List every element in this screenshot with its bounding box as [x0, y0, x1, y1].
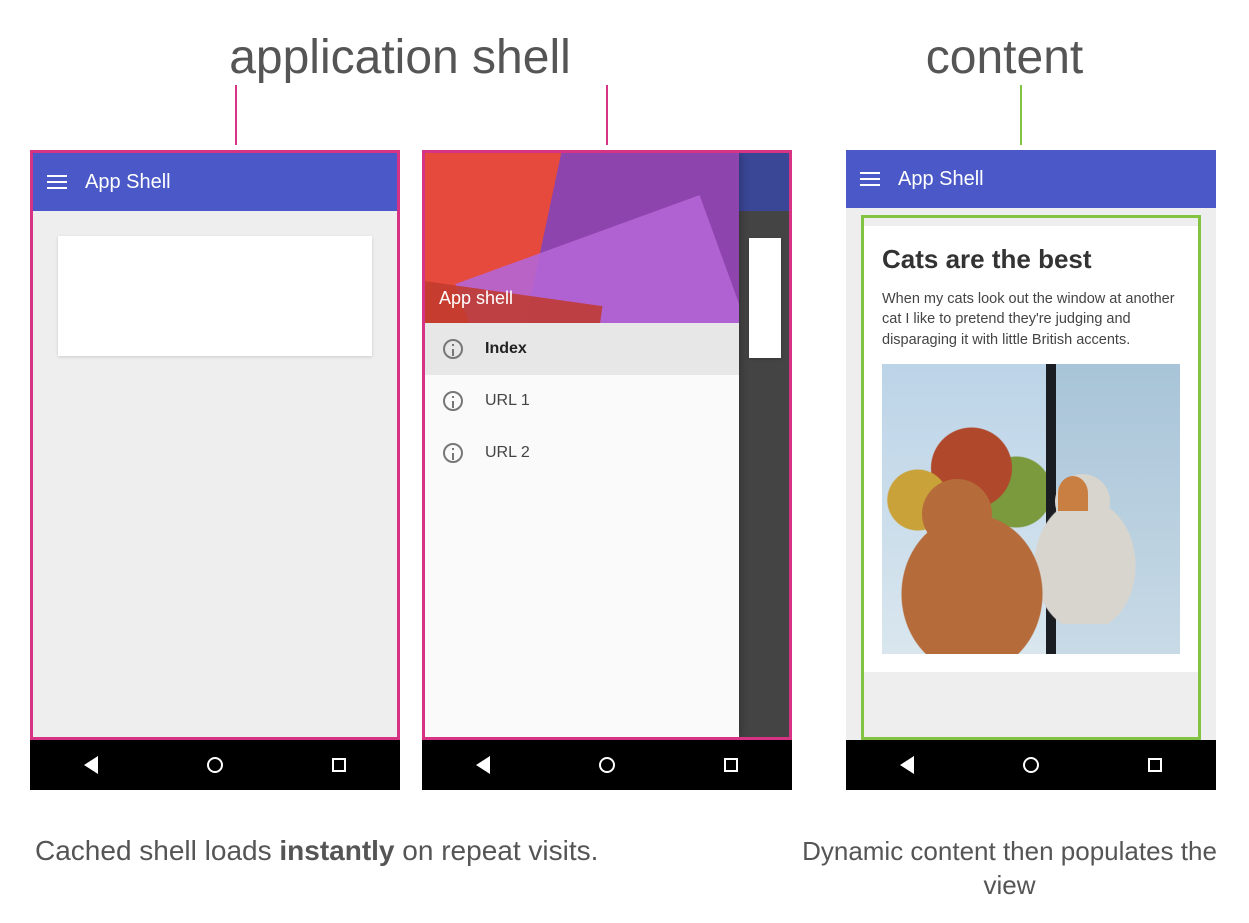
background-card-peek	[749, 238, 781, 358]
phone-shell-drawer: App shell Index URL 1 URL	[422, 150, 792, 790]
connector-shell-2	[606, 85, 608, 145]
appbar: App Shell	[846, 150, 1216, 208]
drawer-item-label: URL 2	[485, 444, 530, 462]
nav-recent-icon[interactable]	[1148, 758, 1162, 772]
connector-lines	[20, 90, 1229, 150]
drawer-hero: App shell	[425, 153, 739, 323]
info-icon	[443, 339, 463, 359]
phone-shell-empty: App Shell	[30, 150, 400, 790]
empty-content-card	[58, 236, 372, 356]
nav-home-icon[interactable]	[207, 757, 223, 773]
phone-screen-1: App Shell	[30, 150, 400, 740]
navigation-drawer: App shell Index URL 1 URL	[425, 153, 739, 737]
hamburger-icon[interactable]	[860, 172, 880, 186]
android-navbar	[30, 740, 400, 790]
nav-back-icon[interactable]	[476, 756, 490, 774]
caption-text: Cached shell loads	[35, 835, 279, 866]
content-card: Cats are the best When my cats look out …	[864, 226, 1198, 672]
heading-application-shell: application shell	[20, 30, 780, 85]
caption-bold: instantly	[279, 835, 394, 866]
android-navbar	[846, 740, 1216, 790]
info-icon	[443, 443, 463, 463]
phone-screen-3: App Shell Cats are the best When my cats…	[846, 150, 1216, 740]
hamburger-icon[interactable]	[47, 175, 67, 189]
drawer-item-label: URL 1	[485, 392, 530, 410]
caption-shell: Cached shell loads instantly on repeat v…	[20, 835, 790, 903]
drawer-item-url2[interactable]: URL 2	[425, 427, 739, 479]
nav-home-icon[interactable]	[599, 757, 615, 773]
phones-row: App Shell App sh	[20, 150, 1229, 790]
article-body: When my cats look out the window at anot…	[882, 289, 1180, 350]
nav-recent-icon[interactable]	[724, 758, 738, 772]
spacer	[814, 150, 824, 790]
appbar-title: App Shell	[898, 168, 984, 191]
nav-home-icon[interactable]	[1023, 757, 1039, 773]
captions-row: Cached shell loads instantly on repeat v…	[20, 835, 1229, 903]
phone-screen-2: App shell Index URL 1 URL	[422, 150, 792, 740]
drawer-list: Index URL 1 URL 2	[425, 323, 739, 737]
caption-content: Dynamic content then populates the view	[790, 835, 1229, 903]
nav-back-icon[interactable]	[900, 756, 914, 774]
drawer-item-index[interactable]: Index	[425, 323, 739, 375]
heading-row: application shell content	[20, 30, 1229, 85]
drawer-hero-title: App shell	[439, 288, 513, 309]
info-icon	[443, 391, 463, 411]
appbar: App Shell	[33, 153, 397, 211]
connector-shell-1	[235, 85, 237, 145]
article-title: Cats are the best	[882, 244, 1180, 275]
heading-content: content	[780, 30, 1229, 85]
nav-back-icon[interactable]	[84, 756, 98, 774]
connector-content	[1020, 85, 1022, 145]
article-image-cats	[882, 364, 1180, 654]
android-navbar	[422, 740, 792, 790]
caption-text: on repeat visits.	[395, 835, 599, 866]
appbar-title: App Shell	[85, 171, 171, 194]
drawer-item-label: Index	[485, 340, 527, 358]
phone-content-populated: App Shell Cats are the best When my cats…	[846, 150, 1216, 790]
nav-recent-icon[interactable]	[332, 758, 346, 772]
drawer-item-url1[interactable]: URL 1	[425, 375, 739, 427]
